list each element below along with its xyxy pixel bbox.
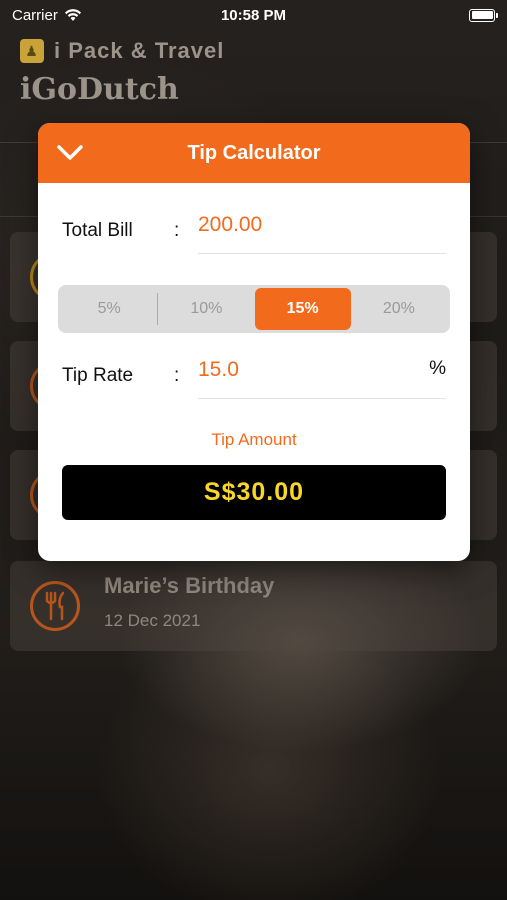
status-bar: Carrier 10:58 PM	[0, 0, 507, 30]
tip-amount-value: S$30.00	[203, 478, 305, 506]
battery-icon	[469, 8, 498, 22]
app-title: iGoDutch	[20, 72, 179, 107]
colon: :	[174, 364, 180, 386]
total-bill-row: Total Bill : 200.00	[62, 207, 446, 254]
total-bill-label: Total Bill	[62, 219, 133, 241]
tip-calculator-modal: Tip Calculator Total Bill : 200.00 5% 10…	[38, 123, 470, 561]
total-bill-value: 200.00	[198, 213, 263, 236]
chevron-down-icon	[57, 145, 83, 160]
tip-percentage-selector: 5% 10% 15% 20%	[58, 285, 450, 333]
total-bill-input[interactable]: 200.00	[198, 207, 446, 254]
brand-name: i Pack & Travel	[54, 38, 225, 63]
event-card[interactable]: Marie’s Birthday 12 Dec 2021	[10, 561, 497, 651]
tip-rate-label: Tip Rate	[62, 364, 134, 386]
tip-rate-row: Tip Rate : 15.0 %	[62, 352, 446, 399]
colon: :	[174, 219, 180, 241]
tip-rate-input[interactable]: 15.0 %	[198, 352, 446, 399]
modal-header: Tip Calculator	[38, 123, 470, 183]
status-time: 10:58 PM	[220, 6, 287, 24]
restaurant-icon	[30, 581, 80, 631]
tip-option-5[interactable]: 5%	[61, 288, 157, 330]
event-date: 12 Dec 2021	[104, 611, 201, 630]
brand: ♟ i Pack & Travel	[20, 38, 224, 64]
percent-unit: %	[429, 358, 446, 379]
collapse-button[interactable]	[54, 137, 86, 169]
tip-rate-value: 15.0	[198, 358, 239, 381]
event-title: Marie’s Birthday	[104, 573, 275, 598]
tip-amount-label: Tip Amount	[211, 430, 297, 449]
tip-amount-display: S$30.00	[62, 465, 446, 520]
traveler-logo-icon: ♟	[20, 39, 44, 63]
tip-option-20[interactable]: 20%	[351, 288, 447, 330]
tip-option-15[interactable]: 15%	[254, 288, 351, 330]
tip-option-10[interactable]: 10%	[158, 288, 254, 330]
modal-title: Tip Calculator	[187, 141, 321, 164]
